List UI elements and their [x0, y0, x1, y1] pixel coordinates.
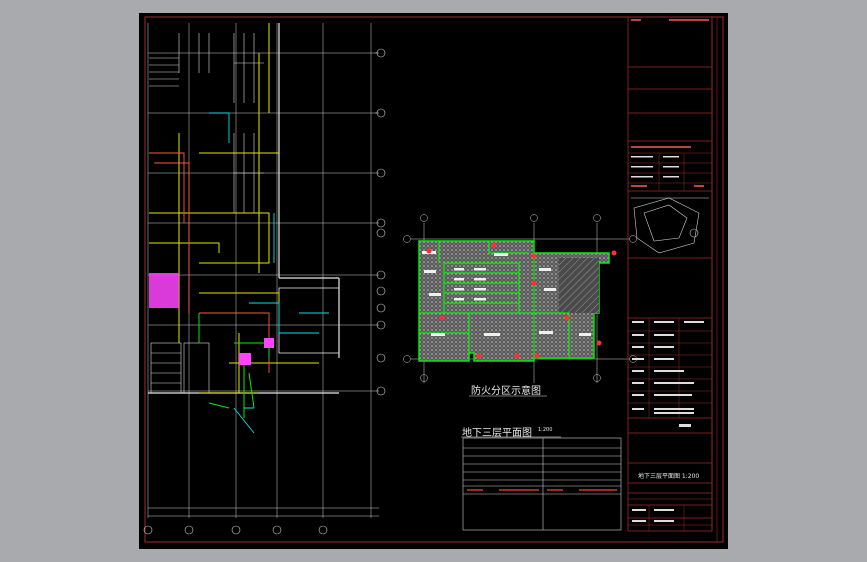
title-block-sheet-title: 地下三层平面图 1:200 — [638, 473, 700, 480]
plan-grid — [147, 23, 379, 518]
fire-zone-diagram — [403, 214, 637, 397]
equipment-block — [149, 273, 179, 308]
green-lines — [198, 313, 270, 418]
floor-plan — [143, 23, 386, 535]
fire-zone-hatch — [559, 258, 599, 313]
cyan-ducts — [209, 112, 329, 434]
site-key-plan — [631, 197, 709, 254]
drawing-sheet: 防火分区示意图 地下三层平面图 1:200 地下三层平面图 1:200 — [139, 13, 728, 549]
grid-bubbles-right — [375, 48, 386, 396]
plan-caption: 地下三层平面图 — [462, 428, 532, 439]
plan-scale: 1:200 — [538, 427, 553, 433]
title-block — [627, 16, 713, 532]
walls — [148, 23, 340, 394]
cad-canvas — [143, 16, 724, 543]
equipment-small — [264, 338, 274, 348]
notes-table — [462, 437, 622, 531]
grid-bubbles-bottom — [143, 525, 328, 535]
fire-zone-caption: 防火分区示意图 — [471, 386, 541, 397]
equipment-small — [239, 353, 251, 365]
